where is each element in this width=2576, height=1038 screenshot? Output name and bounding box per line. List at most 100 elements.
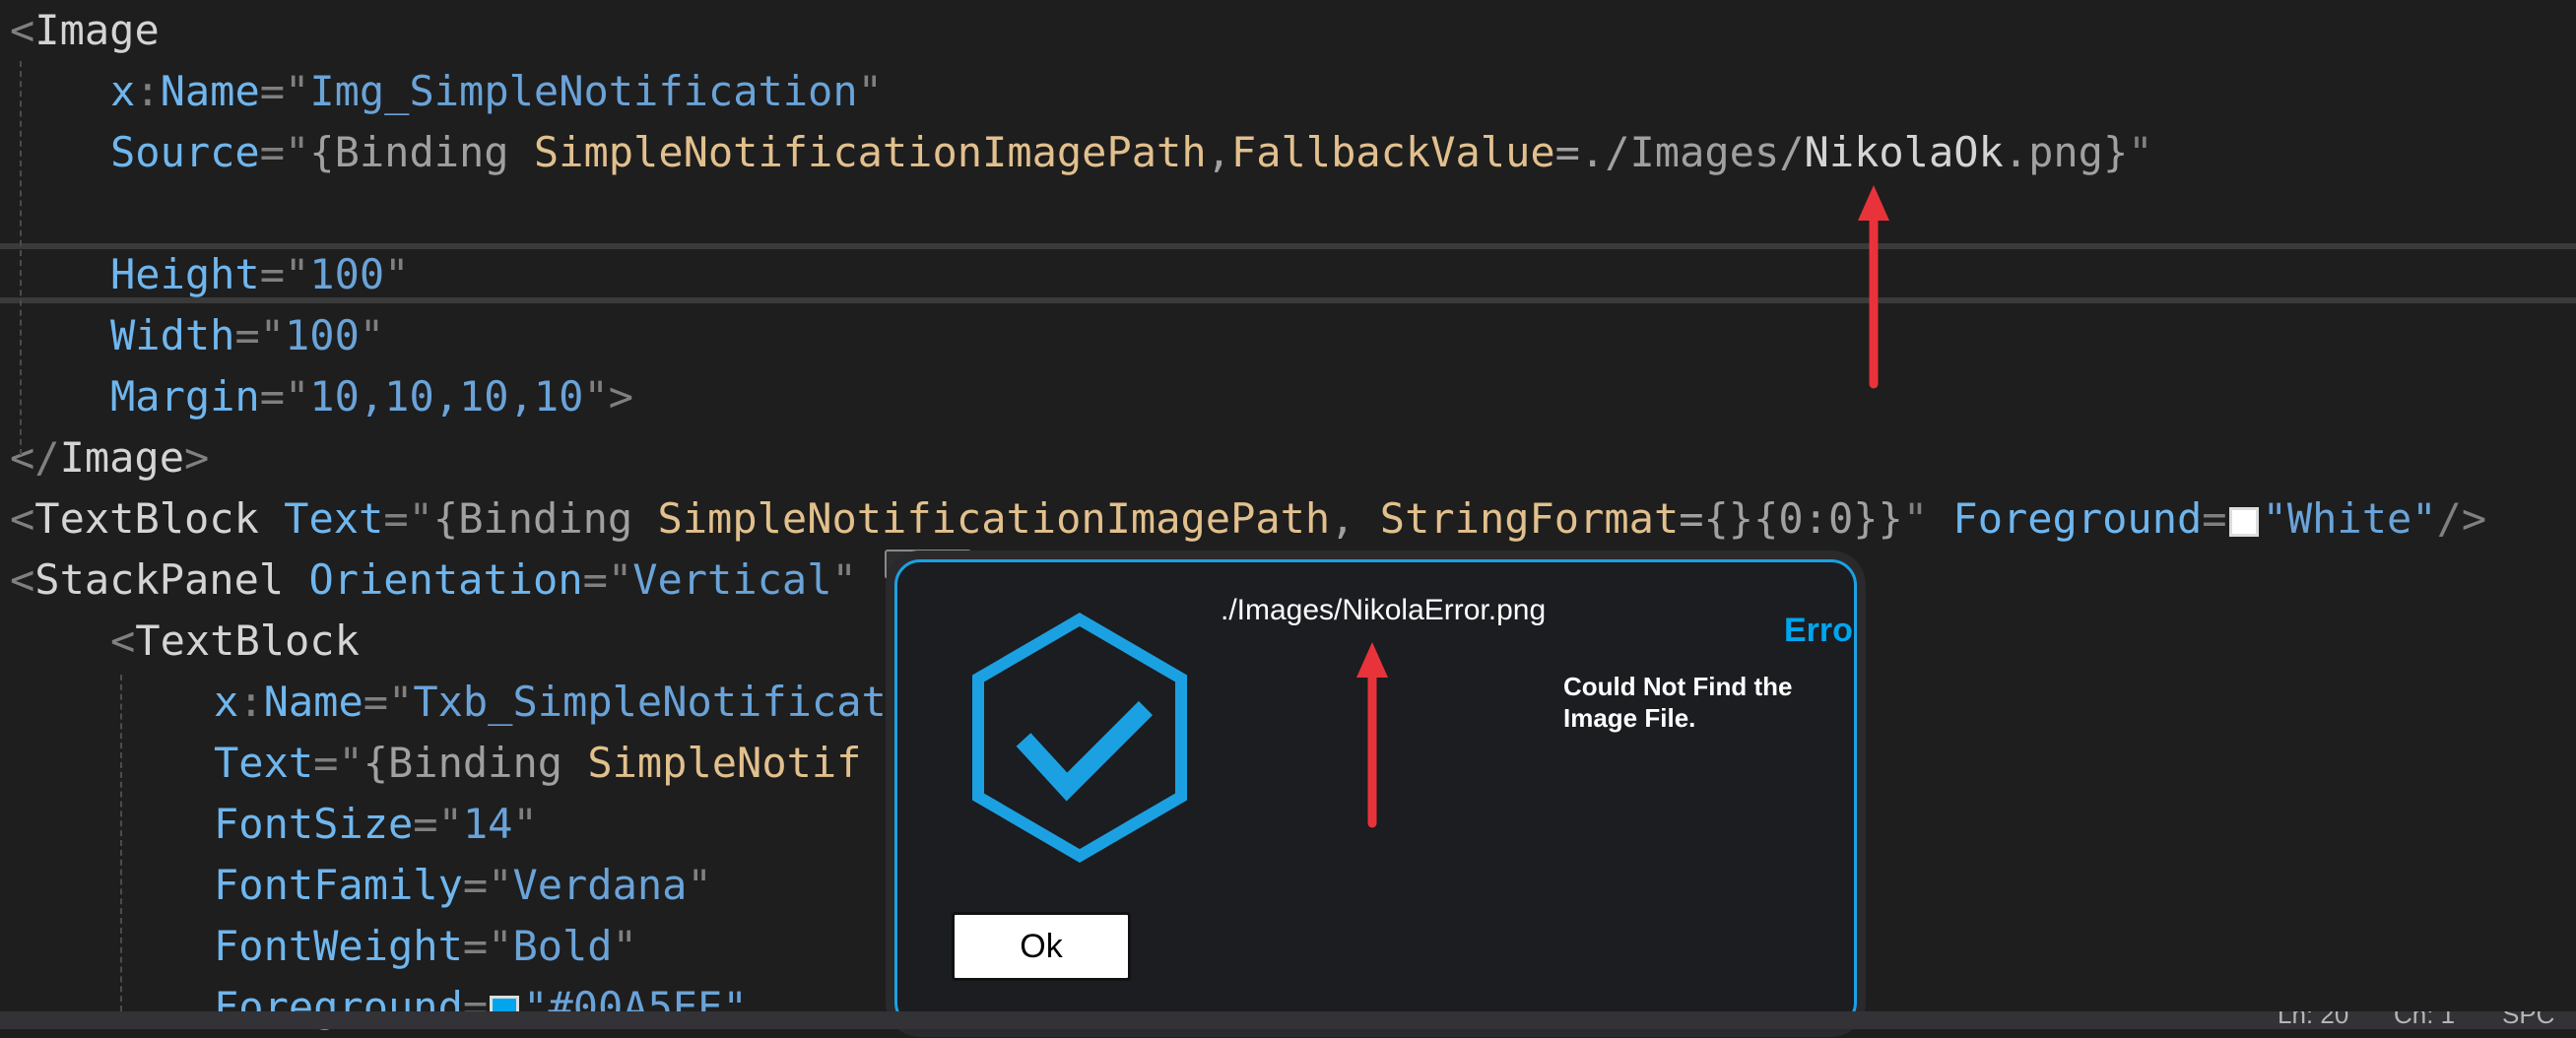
code-line[interactable]: Text="{Binding SimpleNotif xyxy=(214,733,861,794)
status-bar: Ln: 20 Ch: 1 SPC xyxy=(0,1011,2576,1029)
code-token: {Binding xyxy=(432,494,658,543)
code-token: Text xyxy=(214,739,314,787)
code-token: NikolaOk xyxy=(1804,128,2004,176)
status-column: Ch: 1 xyxy=(2394,1011,2456,1029)
code-token: Txb_SimpleNotificat xyxy=(413,678,887,726)
code-token: " xyxy=(857,67,883,115)
status-mode: SPC xyxy=(2502,1011,2555,1029)
code-line[interactable]: x:Name="Txb_SimpleNotificat xyxy=(214,672,887,733)
code-token: < xyxy=(10,6,35,54)
image-path-text: ./Images/NikolaError.png xyxy=(1221,594,1547,626)
code-token: =" xyxy=(259,67,310,115)
code-token: StringFormat xyxy=(1379,494,1680,543)
code-token: FontWeight xyxy=(214,922,463,970)
code-token: Vertical xyxy=(632,555,832,604)
code-token: Orientation xyxy=(308,555,583,604)
code-line[interactable]: </Image> xyxy=(10,427,209,488)
indent-guide-image xyxy=(20,61,22,455)
code-token: SimpleNotificationImagePath xyxy=(533,128,1207,176)
code-token: 10,10,10,10 xyxy=(309,372,584,421)
code-token: FallbackValue xyxy=(1230,128,1555,176)
code-token: =" xyxy=(313,739,363,787)
code-token: 100 xyxy=(285,311,360,359)
indent-guide-textblock xyxy=(120,675,122,1011)
code-line[interactable]: FontFamily="Verdana" xyxy=(214,855,712,916)
code-token: Images/ xyxy=(1629,128,1805,176)
code-token: =" xyxy=(259,250,310,298)
current-line-highlight-top xyxy=(0,243,2576,249)
ok-button[interactable]: Ok xyxy=(952,912,1131,981)
code-token: Image xyxy=(59,433,185,482)
code-token: " xyxy=(831,555,857,604)
code-token: < xyxy=(10,555,35,604)
code-line[interactable]: FontSize="14" xyxy=(214,794,538,855)
color-swatch-icon xyxy=(2228,507,2259,537)
code-line[interactable]: <StackPanel Orientation="Vertical" xyxy=(10,550,857,611)
code-token: > xyxy=(184,433,210,482)
code-token: " xyxy=(687,861,712,909)
code-token: {Binding xyxy=(363,739,588,787)
code-token: x xyxy=(110,67,136,115)
code-token: =" xyxy=(259,372,310,421)
code-token: " xyxy=(612,922,637,970)
code-token: Image xyxy=(34,6,160,54)
code-token: =" xyxy=(462,922,513,970)
code-token: Width xyxy=(110,311,235,359)
code-line[interactable]: FontWeight="Bold" xyxy=(214,916,637,977)
code-token: 14 xyxy=(462,800,513,848)
code-token: : xyxy=(135,67,161,115)
code-token: " xyxy=(512,800,538,848)
code-token: SimpleNotif xyxy=(587,739,862,787)
code-token: " xyxy=(384,250,410,298)
code-token: x xyxy=(214,678,239,726)
code-token: FontFamily xyxy=(214,861,463,909)
code-line[interactable]: Source="{Binding SimpleNotificationImage… xyxy=(110,122,2153,183)
code-token: =" xyxy=(363,678,414,726)
code-token: < xyxy=(110,616,136,665)
red-arrow-annotation-top xyxy=(1858,185,1889,389)
dialog-message: Could Not Find the Image File. xyxy=(1563,672,1793,733)
code-line[interactable]: Height="100" xyxy=(110,244,409,305)
dialog-title: Error xyxy=(1784,612,1853,649)
code-token: =" xyxy=(234,311,286,359)
code-token: Foreground xyxy=(1952,494,2203,543)
code-token: =" xyxy=(259,128,310,176)
code-token: StackPanel xyxy=(34,555,309,604)
code-line[interactable]: Margin="10,10,10,10"> xyxy=(110,366,633,427)
code-token: "> xyxy=(583,372,634,421)
code-token: TextBlock xyxy=(135,616,360,665)
notification-dialog: ./Images/NikolaError.png Error Could Not… xyxy=(894,559,1857,1028)
code-token: Margin xyxy=(110,372,260,421)
code-token: Name xyxy=(263,678,363,726)
red-arrow-annotation-dialog xyxy=(1356,642,1388,828)
status-line: Ln: 20 xyxy=(2278,1011,2349,1029)
code-line[interactable]: <Image xyxy=(10,0,160,61)
code-token: , xyxy=(1330,494,1380,543)
code-line[interactable]: x:Name="Img_SimpleNotification" xyxy=(110,61,883,122)
code-token: =" xyxy=(383,494,433,543)
code-token: Name xyxy=(160,67,260,115)
code-token: Source xyxy=(110,128,260,176)
code-token: = xyxy=(2202,494,2227,543)
code-token: /> xyxy=(2436,494,2487,543)
code-token: =" xyxy=(413,800,463,848)
code-token: FontSize xyxy=(214,800,414,848)
code-token: , xyxy=(1206,128,1231,176)
code-token: Binding xyxy=(334,128,534,176)
code-line[interactable]: <TextBlock xyxy=(110,611,360,672)
code-line[interactable]: Width="100" xyxy=(110,305,384,366)
code-token: { xyxy=(309,128,335,176)
code-token: Bold xyxy=(512,922,613,970)
code-token: Height xyxy=(110,250,260,298)
code-token: =./ xyxy=(1554,128,1630,176)
code-token: .png} xyxy=(2003,128,2129,176)
code-token: SimpleNotificationImagePath xyxy=(657,494,1331,543)
code-token: Img_SimpleNotification xyxy=(309,67,858,115)
code-token: ={}{0:0}} xyxy=(1679,494,1903,543)
code-line[interactable]: <TextBlock Text="{Binding SimpleNotifica… xyxy=(10,488,2486,550)
current-line-highlight-bottom xyxy=(0,297,2576,303)
code-token: TextBlock xyxy=(34,494,285,543)
code-token: Verdana xyxy=(512,861,688,909)
code-token: =" xyxy=(582,555,633,604)
